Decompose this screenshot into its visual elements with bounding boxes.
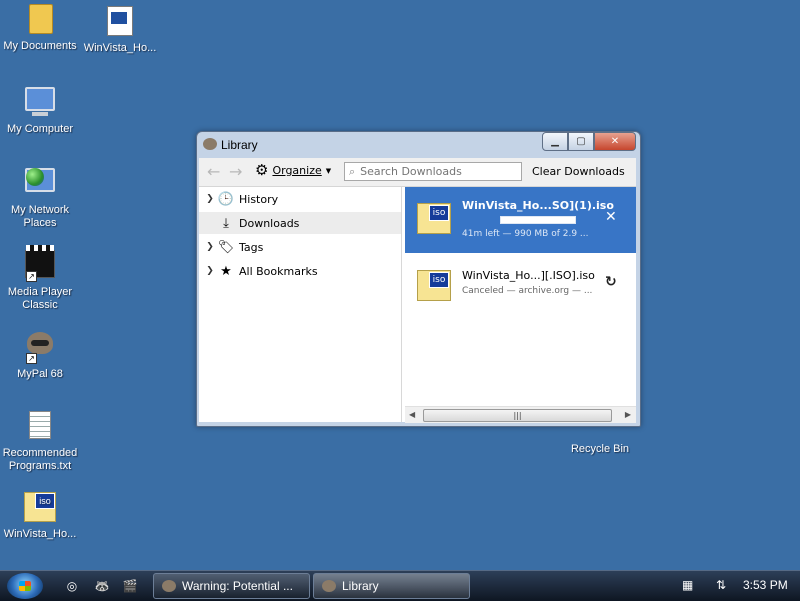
desktop-icon-my-network-places[interactable]: My Network Places [0,166,80,230]
desktop-icon-my-computer[interactable]: My Computer [0,85,80,136]
close-button[interactable]: ✕ [594,132,636,151]
clock[interactable]: 3:53 PM [743,578,788,592]
download-status: Canceled — archive.org — ... [462,286,593,296]
desktop-icon-label: WinVista_Ho... [3,528,77,540]
desktop-icon-mypal[interactable]: ↗ MyPal 68 [0,328,80,381]
app-icon [203,138,217,150]
computer-icon [24,87,56,119]
network-tray-icon[interactable]: ⇅ [716,578,726,592]
download-item[interactable]: iso WinVista_Ho...SO](1).iso 41m left — … [405,187,636,253]
iso-file-icon: iso [24,492,56,524]
expand-arrow-icon[interactable]: ❯ [203,242,217,252]
desktop-icon-label: My Documents [3,40,77,52]
window-titlebar[interactable]: Library ▁ ▢ ✕ [197,132,640,158]
desktop-icon-label: Recycle Bin [570,443,630,455]
network-icon [24,168,56,200]
organize-button[interactable]: ⚙ Organize ▼ [255,163,331,178]
tag-icon: 🏷 [217,239,235,255]
download-arrow-icon: ⤓ [223,215,229,231]
desktop-icon-my-documents[interactable]: My Documents [0,4,80,53]
expand-arrow-icon[interactable]: ❯ [203,266,217,276]
desktop-icon-recommended-programs[interactable]: Recommended Programs.txt [0,409,80,473]
quicklaunch-browser-icon[interactable]: ◎ [64,578,80,594]
scroll-right-icon[interactable]: ▶ [625,410,631,419]
taskbar-item-warning[interactable]: Warning: Potential ... [153,573,310,599]
download-filename: WinVista_Ho...SO](1).iso [462,199,614,212]
desktop-icon-label: Media Player Classic [7,286,73,311]
sidebar-item-all-bookmarks[interactable]: ❯ ★ All Bookmarks [199,260,401,282]
star-icon: ★ [220,263,232,279]
desktop-icon-recycle-bin[interactable]: Recycle Bin [560,424,640,456]
retry-icon[interactable]: ↻ [605,274,617,290]
keyboard-tray-icon[interactable]: ▦ [682,578,693,592]
quicklaunch-media-player-icon[interactable]: 🎬 [122,578,138,594]
quicklaunch-mypal-icon[interactable]: 🦝 [94,578,110,594]
toolbar: ← → ⚙ Organize ▼ ⌕ Clear Downloads [199,158,636,187]
app-icon [162,580,176,592]
download-status: 41m left — 990 MB of 2.9 ... [462,229,589,239]
caret-down-icon: ▼ [325,166,332,175]
desktop-icon-winvista-html[interactable]: WinVista_Ho... [80,4,160,55]
text-file-icon [24,411,56,443]
sidebar-item-label: Tags [239,240,264,254]
download-progress-bar [500,216,576,224]
search-input[interactable] [360,165,511,178]
download-filename: WinVista_Ho...][.ISO].iso [462,269,595,282]
download-item[interactable]: iso WinVista_Ho...][.ISO].iso Canceled —… [405,254,636,320]
desktop-icon-label: WinVista_Ho... [83,42,157,54]
cancel-download-icon[interactable]: ✕ [605,209,617,225]
search-box[interactable]: ⌕ [344,162,522,181]
maximize-button[interactable]: ▢ [568,132,594,151]
raccoon-icon: ↗ [24,332,56,364]
sidebar-item-tags[interactable]: ❯ 🏷 Tags [199,236,401,258]
taskbar: ◎ 🦝 🎬 Warning: Potential ... Library ▦ ⇅… [0,570,800,601]
minimize-button[interactable]: ▁ [542,132,568,151]
start-button[interactable] [7,573,43,599]
library-content: ❯ 🕒 History ⤓ Downloads ❯ 🏷 Tags ❯ ★ All… [199,187,636,423]
taskbar-item-library[interactable]: Library [313,573,470,599]
forward-arrow-icon[interactable]: → [229,164,242,180]
desktop-icon-label: My Computer [6,123,74,135]
desktop-icon-winvista-iso[interactable]: iso WinVista_Ho... [0,490,80,541]
back-arrow-icon[interactable]: ← [207,164,220,180]
sidebar-item-label: History [239,192,279,206]
downloads-list: iso WinVista_Ho...SO](1).iso 41m left — … [405,187,636,423]
search-icon: ⌕ [349,164,356,178]
app-icon [322,580,336,592]
desktop-icon-label: Recommended Programs.txt [2,447,78,472]
library-window: Library ▁ ▢ ✕ ← → ⚙ Organize ▼ ⌕ Clear D… [196,131,641,427]
expand-arrow-icon[interactable]: ❯ [203,194,217,204]
sidebar: ❯ 🕒 History ⤓ Downloads ❯ 🏷 Tags ❯ ★ All… [199,187,402,422]
sidebar-item-label: All Bookmarks [239,264,318,278]
sidebar-item-label: Downloads [239,216,300,230]
html-file-icon [104,6,136,38]
iso-file-icon: iso [417,203,451,234]
sidebar-item-downloads[interactable]: ⤓ Downloads [199,212,401,234]
scrollbar-thumb[interactable]: ||| [423,409,612,422]
desktop-icon-label: My Network Places [10,204,70,229]
clock-icon: 🕒 [217,191,235,207]
gear-icon: ⚙ [255,161,269,179]
organize-label: Organize [272,164,322,177]
clear-downloads-button[interactable]: Clear Downloads [532,165,625,178]
clapperboard-icon: ↗ [24,245,56,282]
scroll-left-icon[interactable]: ◀ [409,410,415,419]
desktop-icon-label: MyPal 68 [17,368,63,380]
taskbar-item-label: Warning: Potential ... [182,579,293,593]
horizontal-scrollbar[interactable]: ◀ ||| ▶ [405,406,636,423]
iso-file-icon: iso [417,270,451,301]
window-title: Library [221,138,258,152]
folder-icon [24,4,56,36]
desktop-icon-media-player-classic[interactable]: ↗ Media Player Classic [0,245,80,312]
sidebar-item-history[interactable]: ❯ 🕒 History [199,188,401,210]
taskbar-item-label: Library [342,579,379,593]
